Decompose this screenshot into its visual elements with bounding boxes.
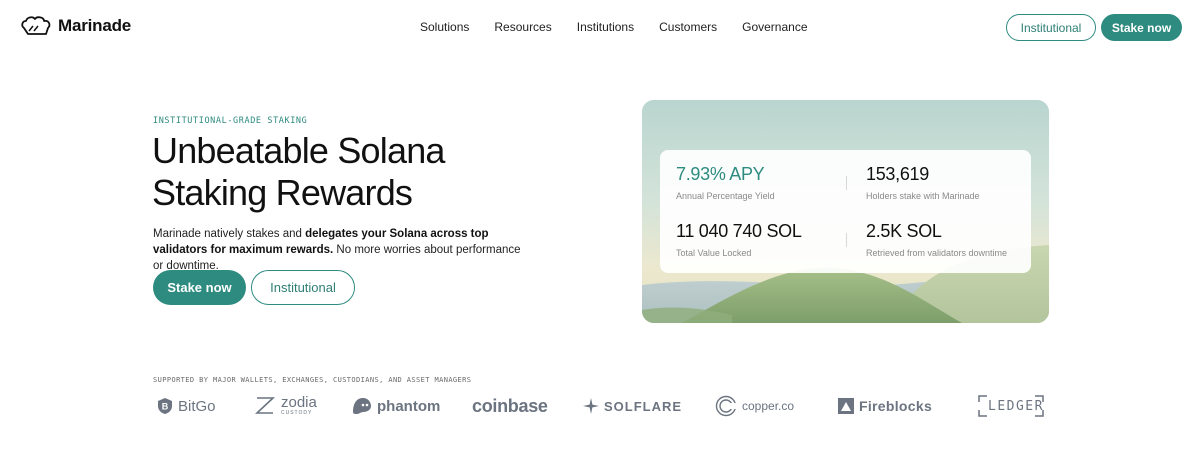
holders-label: Holders stake with Marinade: [866, 191, 980, 201]
hero-stake-now-button[interactable]: Stake now: [153, 270, 246, 305]
hero-description: Marinade natively stakes and delegates y…: [153, 226, 533, 274]
stats-panel: 7.93% APY Annual Percentage Yield 153,61…: [660, 150, 1031, 273]
header-institutional-button[interactable]: Institutional: [1006, 14, 1096, 41]
coinbase-name: coinbase: [472, 395, 548, 416]
description-part-1: Marinade natively stakes and: [153, 228, 306, 240]
partner-coinbase-logo[interactable]: coinbase: [472, 395, 548, 417]
partner-fireblocks-logo[interactable]: Fireblocks: [838, 395, 932, 417]
headline-line-2: Staking Rewards: [152, 172, 413, 213]
nav-governance[interactable]: Governance: [742, 20, 807, 34]
partner-zodia-logo[interactable]: zodia CUSTODY: [254, 394, 317, 416]
partner-ledger-logo[interactable]: LEDGER: [978, 395, 1044, 417]
nav-customers[interactable]: Customers: [659, 20, 717, 34]
site-header: Marinade Solutions Resources Institution…: [0, 0, 1200, 56]
stats-divider: [846, 176, 847, 190]
solflare-name: SOLFLARE: [604, 398, 683, 414]
phantom-name: phantom: [377, 397, 441, 415]
fireblocks-triangle-icon: [838, 398, 854, 414]
hero-institutional-button[interactable]: Institutional: [251, 270, 355, 305]
zodia-mark-icon: [254, 397, 276, 414]
apy-label: Annual Percentage Yield: [676, 191, 775, 201]
bitgo-name: BitGo: [178, 397, 216, 415]
nav-solutions[interactable]: Solutions: [420, 20, 469, 34]
retrieved-value: 2.5K SOL: [866, 221, 942, 241]
ledger-bracket-icon: [978, 395, 1044, 417]
phantom-ghost-icon: [353, 398, 371, 414]
chef-hat-icon: [21, 16, 51, 35]
nav-institutions[interactable]: Institutions: [577, 20, 634, 34]
brand-name: Marinade: [58, 16, 132, 35]
partner-phantom-logo[interactable]: phantom: [352, 395, 440, 417]
copper-name: copper.co: [742, 399, 795, 413]
fireblocks-name: Fireblocks: [859, 398, 933, 414]
zodia-wordmark: zodia CUSTODY: [281, 395, 317, 416]
apy-value: 7.93% APY: [676, 164, 765, 184]
headline-line-1: Unbeatable Solana: [152, 130, 445, 171]
nav-resources[interactable]: Resources: [494, 20, 551, 34]
hero-landscape-card: 7.93% APY Annual Percentage Yield 153,61…: [642, 100, 1049, 323]
main-nav: Solutions Resources Institutions Custome…: [420, 20, 808, 34]
hero-headline: Unbeatable Solana Staking Rewards: [152, 130, 572, 214]
bitgo-shield-icon: B: [158, 398, 172, 414]
solflare-star-icon: [583, 398, 599, 414]
zodia-name: zodia: [281, 393, 317, 411]
header-stake-now-button[interactable]: Stake now: [1101, 14, 1182, 41]
hero-eyebrow: INSTITUTIONAL-GRADE STAKING: [153, 116, 308, 126]
holders-value: 153,619: [866, 164, 929, 184]
brand-logo[interactable]: Marinade: [20, 14, 131, 38]
svg-text:B: B: [162, 402, 169, 412]
zodia-subtitle: CUSTODY: [281, 409, 313, 416]
retrieved-label: Retrieved from validators downtime: [866, 248, 1008, 258]
tvl-label: Total Value Locked: [676, 248, 752, 258]
partner-bitgo-logo[interactable]: B BitGo: [157, 395, 216, 417]
partner-solflare-logo[interactable]: SOLFLARE: [583, 395, 682, 417]
partner-copper-logo[interactable]: copper.co: [715, 395, 794, 417]
copper-rings-icon: [715, 395, 737, 417]
partners-caption: SUPPORTED BY MAJOR WALLETS, EXCHANGES, C…: [153, 376, 472, 384]
tvl-value: 11 040 740 SOL: [676, 221, 802, 241]
stats-divider: [846, 233, 847, 247]
